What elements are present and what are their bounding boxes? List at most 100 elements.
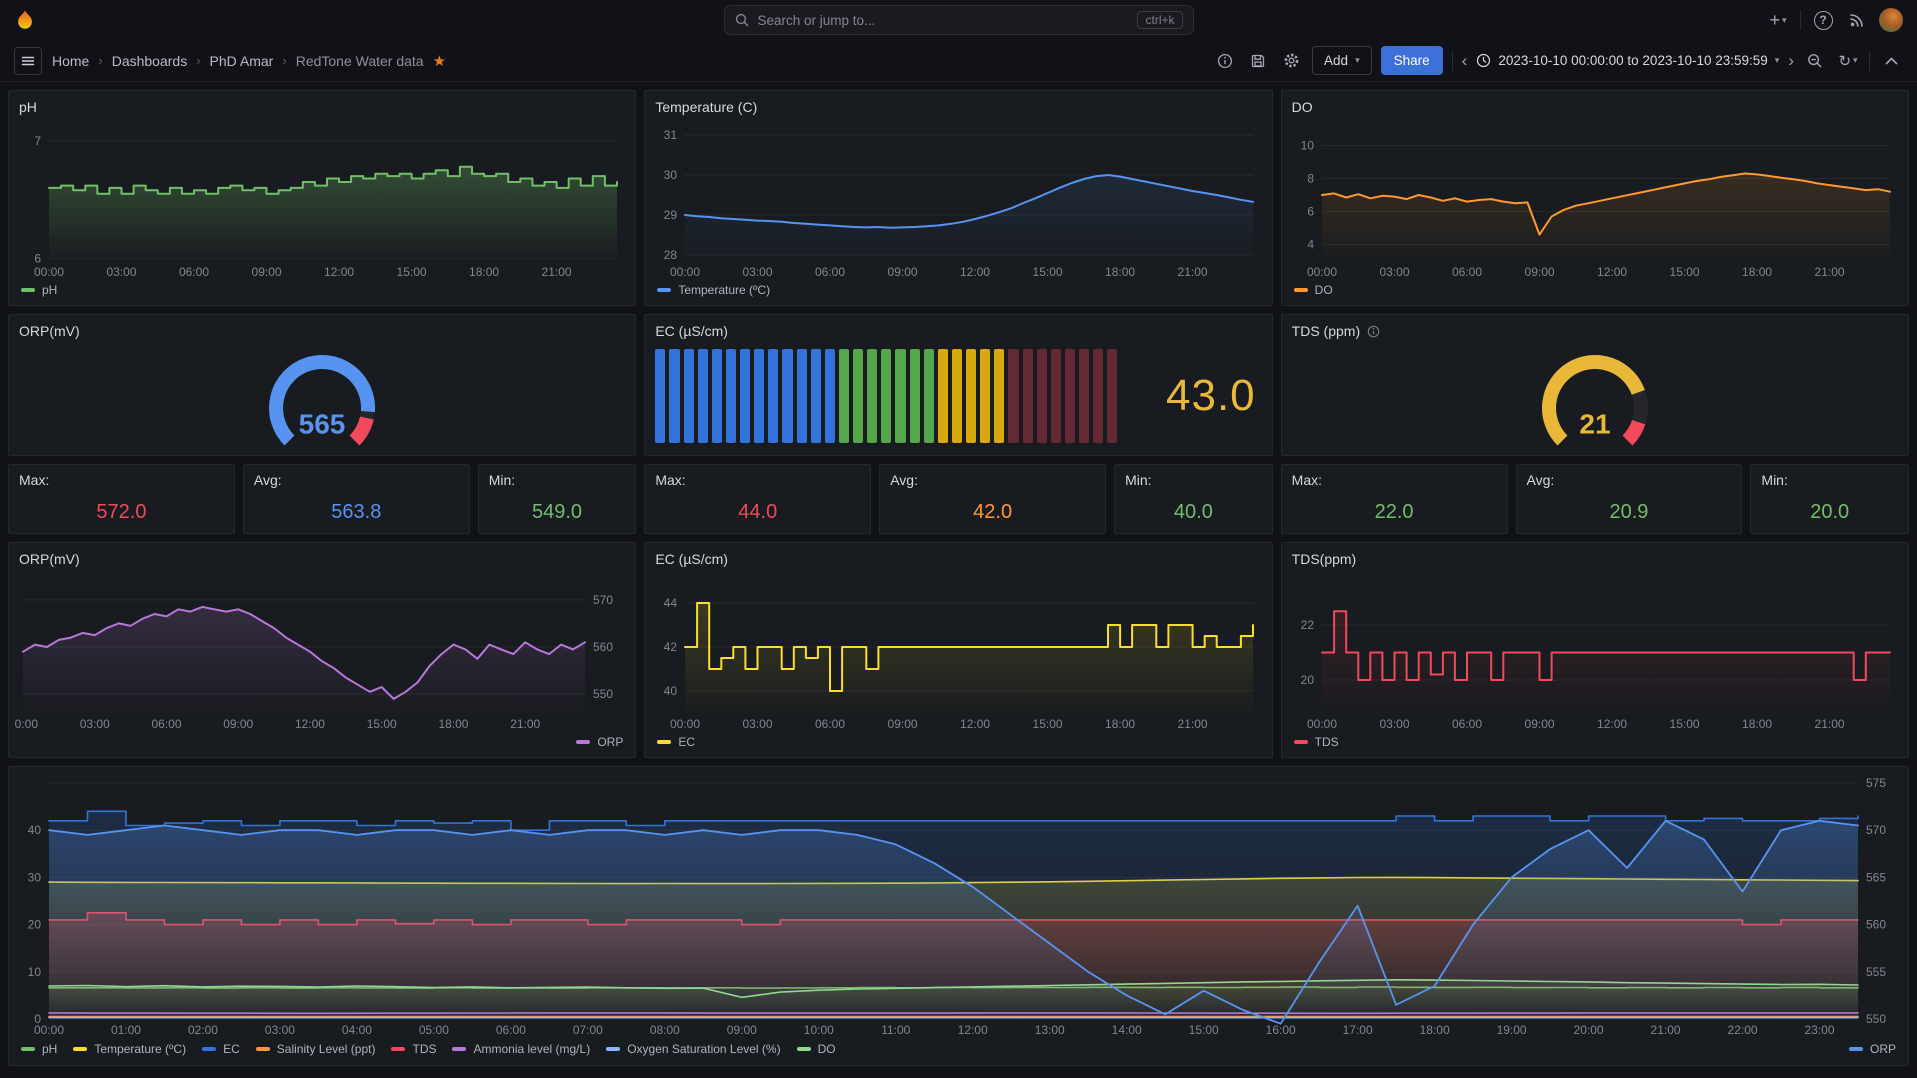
panel-tds-gauge: TDS (ppm) 21 — [1281, 314, 1909, 456]
svg-text:03:00: 03:00 — [743, 717, 773, 731]
do-chart[interactable]: 4681000:0003:0006:0009:0012:0015:0018:00… — [1288, 119, 1902, 281]
svg-text:21:00: 21:00 — [542, 265, 572, 279]
svg-text:6: 6 — [1307, 205, 1314, 219]
combined-plot[interactable]: 01020304055055556056557057500:0001:0002:… — [15, 773, 1902, 1039]
stat-value: 549.0 — [489, 488, 626, 529]
lcd-cell — [754, 349, 764, 443]
save-dashboard-button[interactable] — [1246, 48, 1270, 74]
ec_series-plot[interactable]: 40424400:0003:0006:0009:0012:0015:0018:0… — [651, 571, 1265, 733]
svg-text:20:00: 20:00 — [1574, 1023, 1604, 1037]
panel-info-tooltip[interactable] — [1367, 325, 1380, 338]
legend-item-orp[interactable]: ORP — [1849, 1042, 1896, 1056]
time-shift-forward-button[interactable]: › — [1788, 52, 1794, 69]
zoom-out-button[interactable] — [1803, 48, 1827, 74]
legend-item-ph[interactable]: pH — [21, 283, 57, 297]
lcd-cell — [655, 349, 665, 443]
svg-text:40: 40 — [28, 823, 42, 837]
svg-text:15:00: 15:00 — [1189, 1023, 1219, 1037]
panel-title[interactable]: pH — [19, 99, 37, 115]
ec-chart[interactable]: 40424400:0003:0006:0009:0012:0015:0018:0… — [651, 571, 1265, 733]
do-plot[interactable]: 4681000:0003:0006:0009:0012:0015:0018:00… — [1288, 119, 1902, 281]
panel-title[interactable]: ORP(mV) — [19, 323, 80, 339]
svg-text:03:00: 03:00 — [265, 1023, 295, 1037]
refresh-button[interactable]: ↻▾ — [1836, 48, 1860, 74]
legend-item-temperature-c[interactable]: Temperature (ºC) — [657, 283, 770, 297]
news-button[interactable] — [1845, 7, 1869, 33]
svg-text:20: 20 — [28, 918, 42, 932]
svg-text:12:00: 12:00 — [960, 265, 990, 279]
legend-item-oxygen-saturation-level[interactable]: Oxygen Saturation Level (%) — [606, 1042, 780, 1056]
legend-item-ph[interactable]: pH — [21, 1042, 57, 1056]
combined-chart[interactable]: 01020304055055556056557057500:0001:0002:… — [15, 773, 1902, 1039]
ph-plot[interactable]: 6700:0003:0006:0009:0012:0015:0018:0021:… — [15, 119, 629, 281]
lcd-cell — [1093, 349, 1103, 443]
legend-item-tds[interactable]: TDS — [1294, 735, 1339, 749]
share-label: Share — [1394, 53, 1430, 68]
grafana-logo[interactable] — [14, 9, 36, 31]
add-panel-button[interactable]: Add ▾ — [1312, 46, 1372, 75]
svg-text:10:00: 10:00 — [804, 1023, 834, 1037]
search-input[interactable]: Search or jump to... ctrl+k — [724, 5, 1194, 35]
divider — [1800, 10, 1801, 30]
lcd-cell — [1008, 349, 1018, 443]
legend-item-do[interactable]: DO — [797, 1042, 836, 1056]
panel-title[interactable]: EC (µS/cm) — [655, 323, 728, 339]
favorite-star-icon[interactable]: ★ — [433, 52, 446, 70]
panel-orp-gauge: ORP(mV) 565 — [8, 314, 636, 456]
legend-item-salinity-level-ppt[interactable]: Salinity Level (ppt) — [256, 1042, 376, 1056]
stat-group-orp: Max: 572.0 Avg: 563.8 Min: 549.0 — [8, 464, 636, 534]
breadcrumb-dashboards[interactable]: Dashboards — [112, 53, 188, 69]
legend-item-temperature-c[interactable]: Temperature (ºC) — [73, 1042, 186, 1056]
panel-title[interactable]: TDS(ppm) — [1292, 551, 1357, 567]
help-button[interactable]: ? — [1811, 7, 1835, 33]
orp-chart[interactable]: 55056057000:0003:0006:0009:0012:0015:001… — [15, 571, 629, 733]
temperature-chart[interactable]: 2829303100:0003:0006:0009:0012:0015:0018… — [651, 119, 1265, 281]
tds-chart[interactable]: 202200:0003:0006:0009:0012:0015:0018:002… — [1288, 571, 1902, 733]
panel-do: DO 4681000:0003:0006:0009:0012:0015:0018… — [1281, 90, 1909, 306]
mega-menu-toggle[interactable] — [14, 47, 42, 75]
svg-text:09:00: 09:00 — [888, 265, 918, 279]
stat-value: 22.0 — [1292, 488, 1497, 529]
legend-item-orp[interactable]: ORP — [576, 735, 623, 749]
share-button[interactable]: Share — [1381, 46, 1443, 75]
breadcrumb-home[interactable]: Home — [52, 53, 89, 69]
legend-item-do[interactable]: DO — [1294, 283, 1333, 297]
tds_series-plot[interactable]: 202200:0003:0006:0009:0012:0015:0018:002… — [1288, 571, 1902, 733]
panel-title[interactable]: DO — [1292, 99, 1313, 115]
legend-item-ec[interactable]: EC — [657, 735, 695, 749]
stat-title: Max: — [1292, 472, 1497, 488]
panel-info-button[interactable] — [1213, 48, 1237, 74]
svg-text:18:00: 18:00 — [1742, 265, 1772, 279]
tds-legend: TDS — [1282, 733, 1908, 757]
legend-item-tds[interactable]: TDS — [391, 1042, 436, 1056]
new-menu-button[interactable]: +▾ — [1766, 7, 1790, 33]
ec-bargauge[interactable]: 43.0 — [645, 343, 1271, 455]
temperature-plot[interactable]: 2829303100:0003:0006:0009:0012:0015:0018… — [651, 119, 1265, 281]
legend-item-ec[interactable]: EC — [202, 1042, 240, 1056]
panel-title[interactable]: EC (µS/cm) — [655, 551, 728, 567]
orp-gauge[interactable]: 565 — [15, 343, 629, 455]
time-shift-back-button[interactable]: ‹ — [1462, 52, 1468, 69]
svg-text:8: 8 — [1307, 172, 1314, 186]
info-circle-icon — [1217, 53, 1233, 69]
panel-title[interactable]: ORP(mV) — [19, 551, 80, 567]
lcd-cell — [684, 349, 694, 443]
tds-gauge[interactable]: 21 — [1288, 343, 1902, 455]
top-navbar: Search or jump to... ctrl+k +▾ ? — [0, 0, 1917, 40]
breadcrumb-folder[interactable]: PhD Amar — [210, 53, 274, 69]
legend-item-ammonia-level-mg-l[interactable]: Ammonia level (mg/L) — [452, 1042, 590, 1056]
orp_series-plot[interactable]: 55056057000:0003:0006:0009:0012:0015:001… — [15, 571, 629, 733]
avatar[interactable] — [1879, 8, 1903, 32]
time-range-picker[interactable]: 2023-10-10 00:00:00 to 2023-10-10 23:59:… — [1476, 53, 1779, 68]
dashboard-toolbar: Home › Dashboards › PhD Amar › RedTone W… — [0, 40, 1917, 82]
dashboard-settings-button[interactable] — [1279, 48, 1303, 74]
svg-text:12:00: 12:00 — [324, 265, 354, 279]
panel-title[interactable]: TDS (ppm) — [1292, 323, 1360, 339]
breadcrumb-current: RedTone Water data — [296, 53, 424, 69]
collapse-toolbar-button[interactable] — [1879, 48, 1903, 74]
ph-chart[interactable]: 6700:0003:0006:0009:0012:0015:0018:0021:… — [15, 119, 629, 281]
lcd-cell — [938, 349, 948, 443]
svg-text:12:00: 12:00 — [958, 1023, 988, 1037]
legend-swatch — [1294, 740, 1308, 744]
panel-title[interactable]: Temperature (C) — [655, 99, 757, 115]
